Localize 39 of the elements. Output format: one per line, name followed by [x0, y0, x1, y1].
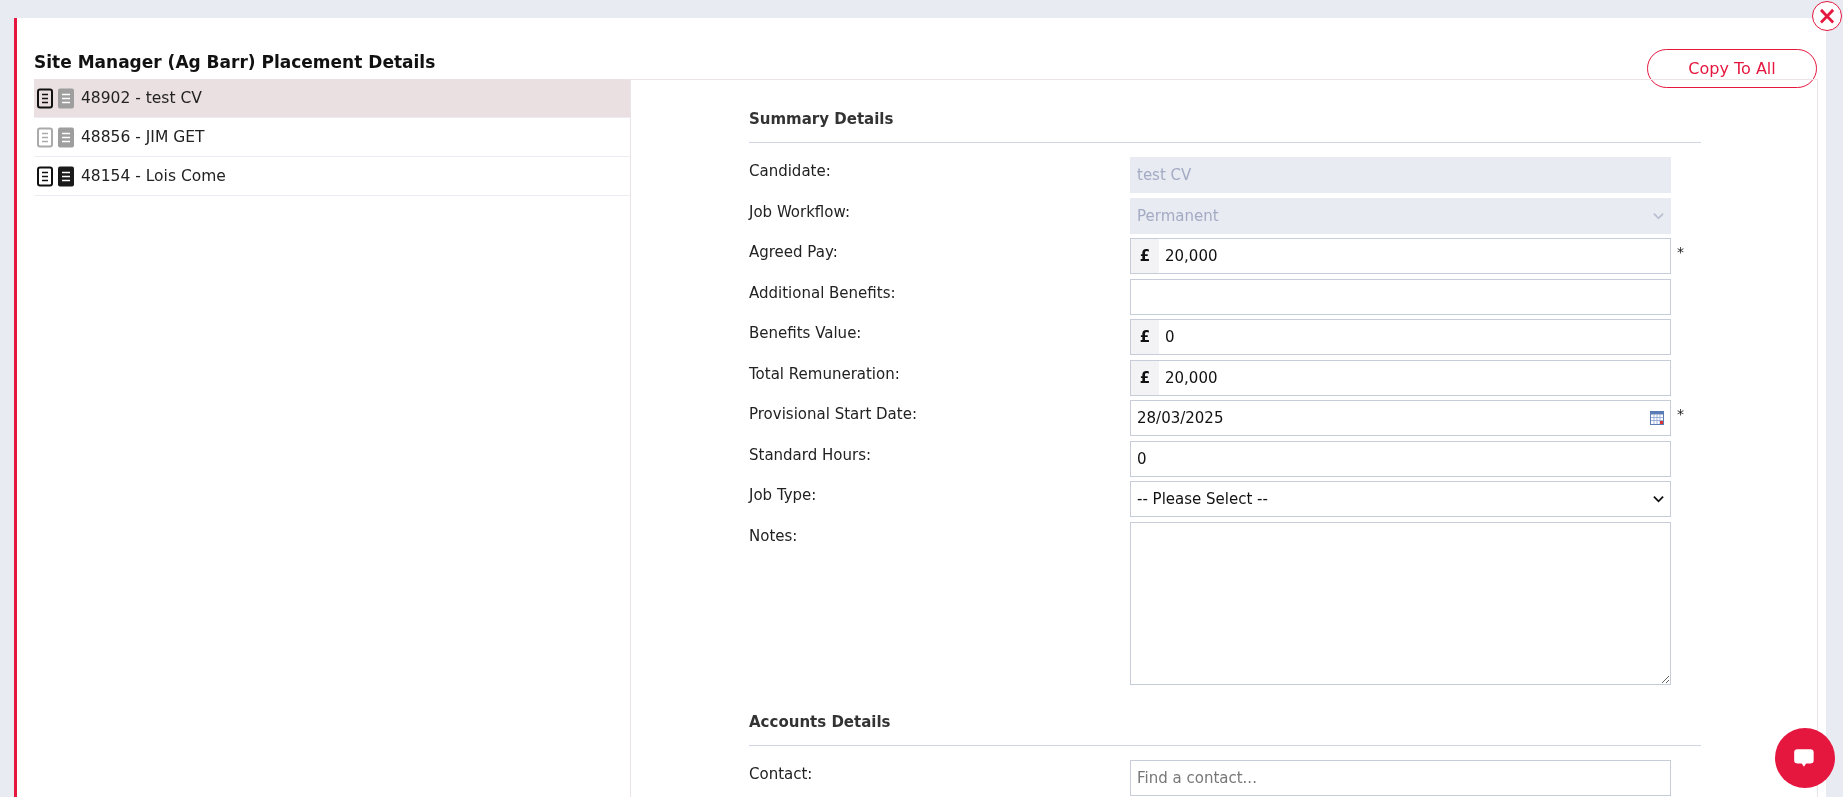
field-label: Contact:	[749, 763, 814, 783]
required-mark: *	[1677, 406, 1684, 422]
text-field[interactable]: 0	[1130, 440, 1671, 477]
placement-item[interactable]: 48902 - test CV	[34, 79, 630, 118]
copy-to-all-button[interactable]: Copy To All	[1647, 49, 1817, 88]
currency-field[interactable]: £ 20,000	[1130, 238, 1671, 274]
field-label: Notes:	[749, 525, 799, 545]
placement-item[interactable]: 48154 - Lois Come	[34, 157, 630, 196]
section-heading: Accounts Details	[749, 704, 1701, 746]
dialog-title: Site Manager (Ag Barr) Placement Details	[34, 52, 436, 72]
placement-label: 48856 - JIM GET	[81, 128, 205, 146]
field-label: Provisional Start Date:	[749, 404, 918, 423]
chevron-down-icon	[1653, 211, 1664, 220]
required-mark: *	[1677, 244, 1684, 260]
text-field[interactable]: Find a contact...	[1130, 759, 1671, 796]
date-field[interactable]: 28/03/2025	[1130, 400, 1671, 436]
field-label: Agreed Pay:	[749, 242, 839, 261]
section-heading: Summary Details	[749, 102, 1701, 143]
notes-field[interactable]	[1130, 521, 1671, 685]
field-label: Job Type:	[749, 485, 818, 504]
chevron-down-icon	[1653, 495, 1664, 503]
currency-prefix: £	[1131, 239, 1159, 273]
currency-prefix: £	[1131, 320, 1159, 354]
calendar-icon[interactable]	[1650, 411, 1664, 425]
field-label: Standard Hours:	[749, 444, 872, 464]
field-label: Job Workflow:	[749, 201, 851, 221]
text-field[interactable]	[1130, 278, 1671, 315]
select-field[interactable]: -- Please Select --	[1130, 481, 1671, 517]
placement-label: 48902 - test CV	[81, 89, 202, 107]
currency-field[interactable]: £ 20,000	[1130, 359, 1671, 396]
field-label: Candidate:	[749, 161, 832, 180]
currency-prefix: £	[1131, 360, 1159, 395]
field-label: Total Remuneration:	[749, 363, 901, 383]
placement-label: 48154 - Lois Come	[81, 167, 226, 185]
placement-item[interactable]: 48856 - JIM GET	[34, 118, 630, 157]
field-label: Additional Benefits:	[749, 282, 897, 302]
field-label: Benefits Value:	[749, 323, 863, 342]
close-button[interactable]: ×	[1812, 1, 1842, 31]
currency-field[interactable]: £ 0	[1130, 319, 1671, 355]
